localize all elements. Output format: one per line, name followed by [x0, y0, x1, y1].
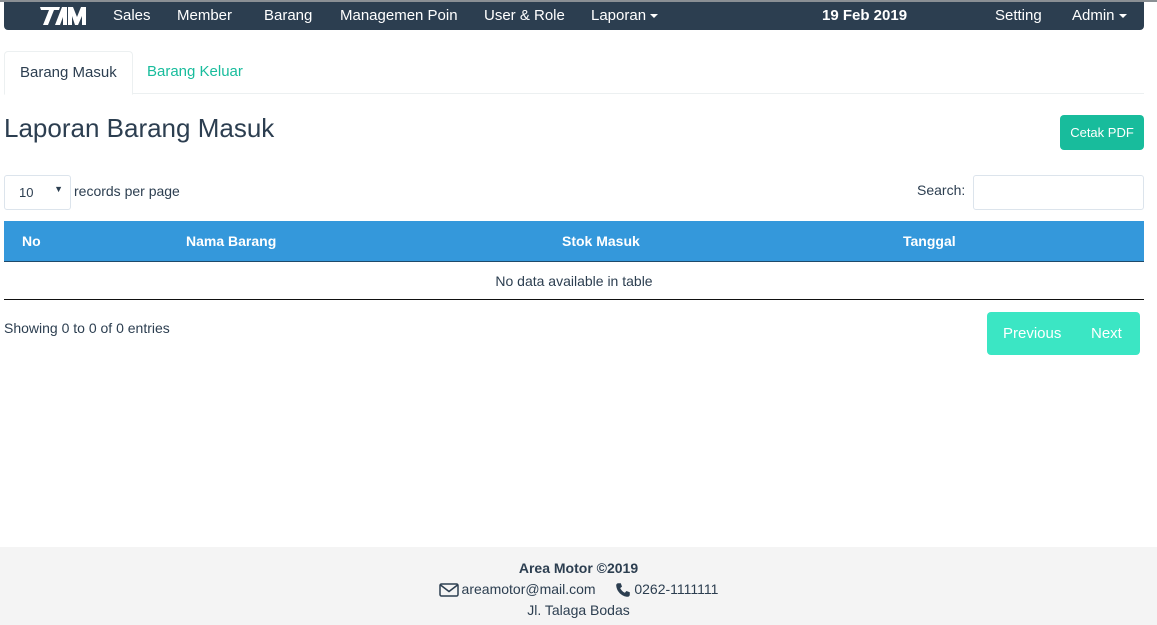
- tab-barang-masuk[interactable]: Barang Masuk: [4, 51, 133, 95]
- table-info: Showing 0 to 0 of 0 entries: [4, 320, 170, 336]
- chevron-down-icon: [1118, 14, 1127, 19]
- nav-member[interactable]: Member: [177, 2, 232, 30]
- page-length-select[interactable]: 10 ▼: [4, 175, 71, 210]
- previous-page-button[interactable]: Previous: [1003, 312, 1061, 355]
- dropdown-arrow-icon: ▼: [54, 184, 63, 194]
- nav-user-role[interactable]: User & Role: [484, 2, 565, 30]
- nav-laporan-dropdown[interactable]: Laporan: [591, 2, 659, 30]
- user-name: Admin: [1072, 7, 1115, 24]
- nav-setting[interactable]: Setting: [995, 2, 1042, 30]
- current-date: 19 Feb 2019: [822, 7, 908, 24]
- phone-icon: [616, 583, 631, 598]
- column-header-tanggal[interactable]: Tanggal: [903, 221, 956, 262]
- nav-barang[interactable]: Barang: [264, 2, 312, 30]
- nav-laporan-label: Laporan: [591, 7, 647, 24]
- data-table: No Nama Barang Stok Masuk Tanggal No dat…: [4, 221, 1144, 300]
- brand-logo[interactable]: AM: [38, 6, 88, 26]
- column-header-no[interactable]: No: [22, 221, 41, 262]
- footer-email: areamotor@mail.com: [461, 581, 596, 597]
- nav-sales[interactable]: Sales: [113, 2, 151, 30]
- footer-phone: 0262-1111111: [634, 581, 719, 597]
- user-menu-dropdown[interactable]: Admin: [1072, 2, 1127, 30]
- search-label: Search:: [917, 182, 966, 198]
- envelope-icon: [438, 583, 459, 598]
- column-header-stok-masuk[interactable]: Stok Masuk: [562, 221, 640, 262]
- page-footer: Area Motor ©2019 areamotor@mail.com 0262…: [0, 547, 1157, 625]
- empty-table-row: No data available in table: [4, 262, 1144, 300]
- tab-barang-keluar[interactable]: Barang Keluar: [132, 51, 258, 94]
- page-length-value: 10: [19, 185, 34, 200]
- print-pdf-button[interactable]: Cetak PDF: [1060, 115, 1144, 150]
- table-header: No Nama Barang Stok Masuk Tanggal: [4, 221, 1144, 262]
- footer-contact: areamotor@mail.com 0262-1111111: [0, 581, 1157, 598]
- footer-address: Jl. Talaga Bodas: [527, 602, 630, 618]
- search-input[interactable]: [973, 175, 1144, 210]
- next-page-button[interactable]: Next: [1091, 312, 1122, 355]
- pagination: Previous Next: [987, 312, 1140, 355]
- nav-managemen-poin[interactable]: Managemen Poin: [340, 2, 458, 30]
- chevron-down-icon: [650, 14, 659, 19]
- report-tabs: Barang Masuk Barang Keluar: [4, 51, 1144, 95]
- top-navbar: AM Sales Member Barang Managemen Poin Us…: [4, 2, 1144, 30]
- page-title: Laporan Barang Masuk: [4, 113, 275, 143]
- column-header-nama-barang[interactable]: Nama Barang: [186, 221, 276, 262]
- page-length-label: records per page: [74, 183, 180, 199]
- footer-title: Area Motor ©2019: [518, 560, 639, 576]
